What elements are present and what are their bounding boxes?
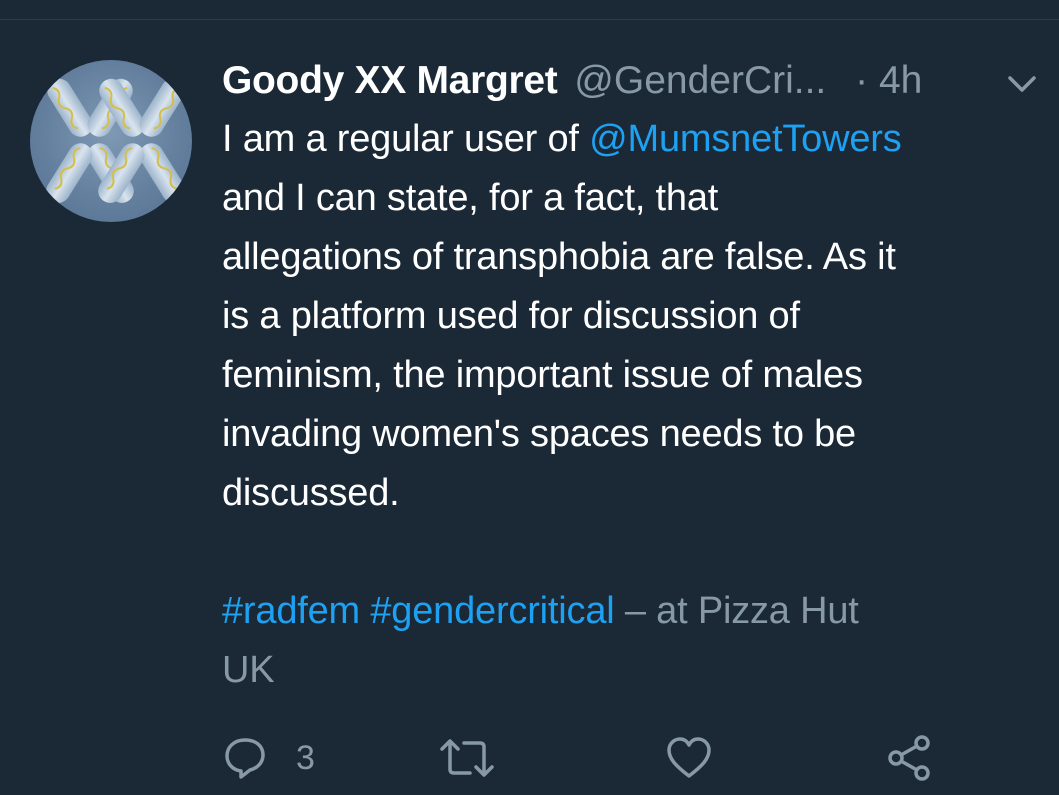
header-separator: · <box>855 59 869 102</box>
location-text[interactable]: – at Pizza Hut <box>615 590 859 632</box>
share-icon <box>888 735 930 781</box>
tweet-header: Goody XX Margret @GenderCri... · 4h <box>222 56 1042 106</box>
share-button[interactable] <box>884 733 934 783</box>
display-name[interactable]: Goody XX Margret <box>222 59 558 102</box>
mention-link[interactable]: @MumsnetTowers <box>589 118 902 160</box>
tweet-text-line: discussed. <box>222 472 400 514</box>
top-divider <box>0 0 1059 20</box>
tweet-text-line: feminism, the important issue of males <box>222 354 863 396</box>
tweet-line: I am a regular user of @MumsnetTowers <box>222 110 1042 169</box>
like-button[interactable] <box>664 733 714 783</box>
chevron-down-icon[interactable] <box>1002 72 1042 96</box>
avatar[interactable] <box>30 60 192 222</box>
retweet-icon <box>440 739 494 777</box>
tweet-tags-line: #radfem #gendercritical – at Pizza Hut <box>222 582 1042 641</box>
reply-icon <box>225 738 265 779</box>
tweet-text-line: I am a regular user of <box>222 118 590 160</box>
tweet-actions: 3 <box>220 733 960 783</box>
timestamp[interactable]: 4h <box>879 59 922 102</box>
tweet-text-line: invading women's spaces needs to be <box>222 413 856 455</box>
tweet-text-line: and I can state, for a fact, that <box>222 177 719 219</box>
chromosome-avatar-image <box>46 78 186 203</box>
tweet-text-line: allegations of transphobia are false. As… <box>222 236 896 278</box>
reply-count: 3 <box>296 739 315 777</box>
retweet-button[interactable] <box>438 733 496 783</box>
hashtag-link[interactable]: #gendercritical <box>370 590 614 632</box>
user-handle[interactable]: @GenderCri... <box>574 59 826 102</box>
reply-button[interactable]: 3 <box>220 733 315 783</box>
hashtag-link[interactable]: #radfem <box>222 590 360 632</box>
tweet-text: I am a regular user of @MumsnetTowers an… <box>222 110 1042 700</box>
like-icon <box>667 737 711 778</box>
location-text[interactable]: UK <box>222 641 1042 700</box>
tweet-text-line: is a platform used for discussion of <box>222 295 800 337</box>
